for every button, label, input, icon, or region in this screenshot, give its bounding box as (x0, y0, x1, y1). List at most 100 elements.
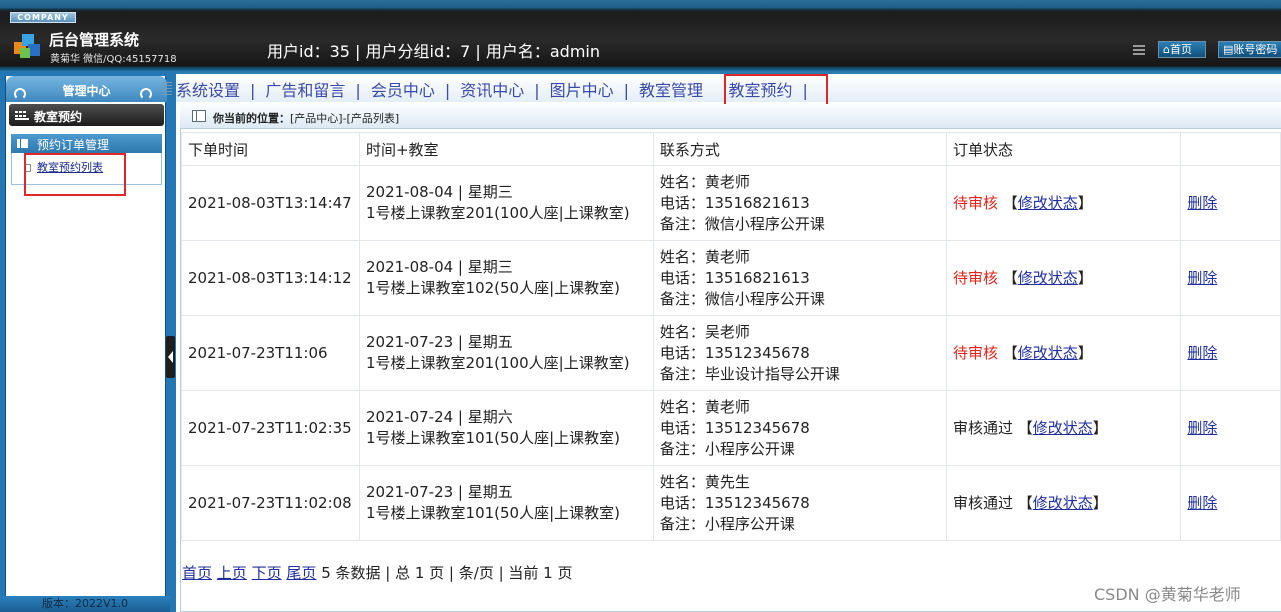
location-icon (192, 110, 206, 122)
cube-logo-icon (14, 34, 40, 58)
modify-status-link[interactable]: 修改状态 (1033, 494, 1093, 512)
management-center-tab[interactable]: 管理中心 (6, 76, 167, 102)
contact-cell: 姓名：黄先生电话：13512345678 备注：小程序公开课 (652, 465, 947, 541)
breadcrumb-label: 你当前的位置： (213, 112, 290, 125)
status-badge: 待审核 (952, 268, 998, 287)
nav-separator: | (623, 81, 630, 100)
nav-separator: | (444, 81, 451, 100)
nav-item-member-center[interactable]: 会员中心 (371, 77, 435, 101)
nav-item-news-center[interactable]: 资讯中心 (460, 77, 524, 101)
highlight-box-sidebar (24, 153, 126, 196)
version-label: 版本：2022V1.0 (0, 596, 170, 612)
modify-status-link[interactable]: 修改状态 (1018, 269, 1078, 287)
user-info: 用户id：35 | 用户分组id：7 | 用户名：admin (267, 42, 601, 61)
contact-cell: 姓名：吴老师电话：13512345678 备注：毕业设计指导公开课 (652, 315, 947, 391)
table-row: 2021-07-23T11:02:35 2021-07-24 | 星期六 1号楼上… (181, 390, 1281, 466)
booking-orders-table: 下单时间 时间+教室 联系方式 订单状态 2021-08-03T13:14:47… (181, 132, 1281, 541)
contact-name: 姓名：黄老师 (659, 247, 750, 266)
breadcrumb: 你当前的位置：[产品中心]-[产品列表] (213, 110, 399, 126)
grid-icon (1133, 45, 1145, 55)
nav-item-image-center[interactable]: 图片中心 (550, 77, 614, 101)
nav-separator: | (250, 81, 256, 100)
status-cell: 待审核 【修改状态】 (945, 315, 1182, 391)
table-row: 2021-08-03T13:14:12 2021-08-04 | 星期三 1号楼上… (181, 240, 1281, 316)
booking-date: 2021-07-24 | 星期六 (365, 408, 513, 426)
nav-grip-icon (162, 82, 172, 96)
nav-item-system-settings[interactable]: 系统设置 (176, 77, 240, 101)
contact-phone: 电话：13512345678 (659, 493, 810, 512)
booking-room: 1号楼上课教室201(100人座|上课教室) (365, 204, 630, 222)
delete-link[interactable]: 删除 (1187, 494, 1217, 512)
contact-note: 备注：小程序公开课 (659, 439, 795, 458)
time-room-cell: 2021-07-24 | 星期六 1号楼上课教室101(50人座|上课教室) (358, 390, 654, 466)
status-badge: 待审核 (952, 193, 998, 212)
section-label: 教室预约 (34, 110, 83, 124)
pager-next-link[interactable]: 下页 (252, 564, 282, 582)
panel-icon (17, 139, 28, 148)
pager-prev-link[interactable]: 上页 (217, 564, 247, 582)
column-header-time-room: 时间+教室 (358, 132, 654, 166)
contact-note: 备注：毕业设计指导公开课 (659, 364, 840, 383)
action-cell: 删除 (1180, 315, 1281, 391)
group-booking-orders[interactable]: 预约订单管理 (11, 134, 162, 153)
contact-name: 姓名：黄先生 (659, 472, 750, 491)
account-icon: ▤ (1223, 43, 1234, 56)
pagination: 首页 上页 下页 尾页 5 条数据 | 总 1 页 | 条/页 | 当前 1 页 (182, 562, 572, 583)
contact-cell: 姓名：黄老师 电话：13512345678 备注：小程序公开课 (652, 390, 947, 466)
account-button-label: 账号密码 (1233, 43, 1278, 56)
order-time-cell: 2021-07-23T11:02:08 (181, 465, 360, 541)
booking-room: 1号楼上课教室101(50人座|上课教室) (365, 429, 621, 447)
delete-link[interactable]: 删除 (1187, 269, 1217, 287)
contact-cell: 姓名：黄老师 电话：13516821613 备注：微信小程序公开课 (652, 165, 947, 241)
nav-item-ads-messages[interactable]: 广告和留言 (265, 77, 345, 101)
table-header-row: 下单时间 时间+教室 联系方式 订单状态 (181, 132, 1281, 166)
contact-name: 姓名：黄老师 (659, 172, 750, 191)
contact-name: 姓名：吴老师 (659, 322, 750, 341)
app-subtitle: 黄菊华 微信/QQ:45157718 (50, 54, 177, 65)
action-cell: 删除 (1180, 165, 1281, 241)
contact-phone: 电话：13512345678 (659, 343, 810, 362)
order-time-cell: 2021-08-03T13:14:12 (181, 240, 360, 316)
contact-phone: 电话：13516821613 (659, 193, 810, 212)
modify-status-link[interactable]: 修改状态 (1018, 194, 1078, 212)
booking-date: 2021-08-04 | 星期三 (365, 183, 513, 201)
contact-phone: 电话：13516821613 (659, 268, 810, 287)
booking-room: 1号楼上课教室101(50人座|上课教室) (365, 504, 621, 522)
table-row: 2021-07-23T11:06 2021-07-23 | 星期五 1号楼上课教室… (181, 315, 1281, 391)
app-title: 后台管理系统 (49, 31, 140, 49)
home-icon: ⌂ (1163, 43, 1170, 56)
status-cell: 待审核 【修改状态】 (945, 165, 1182, 241)
group-label: 预约订单管理 (37, 138, 110, 152)
contact-note: 备注：小程序公开课 (659, 514, 795, 533)
top-header: COMPANY 后台管理系统 黄菊华 微信/QQ:45157718 用户id：3… (0, 0, 1281, 72)
booking-room: 1号楼上课教室201(100人座|上课教室) (365, 354, 630, 372)
nav-separator: | (534, 81, 540, 100)
nav-item-classroom-management[interactable]: 教室管理 (639, 77, 703, 101)
column-header-order-time: 下单时间 (181, 132, 360, 166)
delete-link[interactable]: 删除 (1187, 419, 1217, 437)
delete-link[interactable]: 删除 (1187, 194, 1217, 212)
list-icon (15, 111, 29, 120)
pager-last-link[interactable]: 尾页 (286, 564, 316, 582)
booking-date: 2021-08-04 | 星期三 (365, 258, 513, 276)
home-button[interactable]: ⌂首页 (1158, 41, 1206, 58)
section-classroom-booking[interactable]: 教室预约 (9, 104, 164, 126)
modify-status-link[interactable]: 修改状态 (1033, 419, 1093, 437)
collapse-arrow-icon[interactable] (166, 336, 175, 378)
home-button-label: 首页 (1169, 43, 1192, 56)
contact-name: 姓名：黄老师 (659, 397, 750, 416)
pager-first-link[interactable]: 首页 (182, 564, 212, 582)
table-row: 2021-08-03T13:14:47 2021-08-04 | 星期三 1号楼上… (181, 165, 1281, 241)
management-center-label: 管理中心 (62, 84, 111, 98)
breadcrumb-path: [产品中心]-[产品列表] (290, 112, 400, 125)
column-header-status: 订单状态 (945, 132, 1182, 166)
action-cell: 删除 (1180, 390, 1281, 466)
time-room-cell: 2021-07-23 | 星期五 1号楼上课教室101(50人座|上课教室) (358, 465, 654, 541)
modify-status-link[interactable]: 修改状态 (1018, 344, 1078, 362)
contact-cell: 姓名：黄老师 电话：13516821613 备注：微信小程序公开课 (652, 240, 947, 316)
delete-link[interactable]: 删除 (1187, 344, 1217, 362)
status-cell: 审核通过 【修改状态】 (945, 390, 1182, 466)
status-badge: 待审核 (952, 343, 998, 362)
account-password-button[interactable]: ▤账号密码 (1218, 41, 1281, 58)
column-header-contact: 联系方式 (652, 132, 947, 166)
